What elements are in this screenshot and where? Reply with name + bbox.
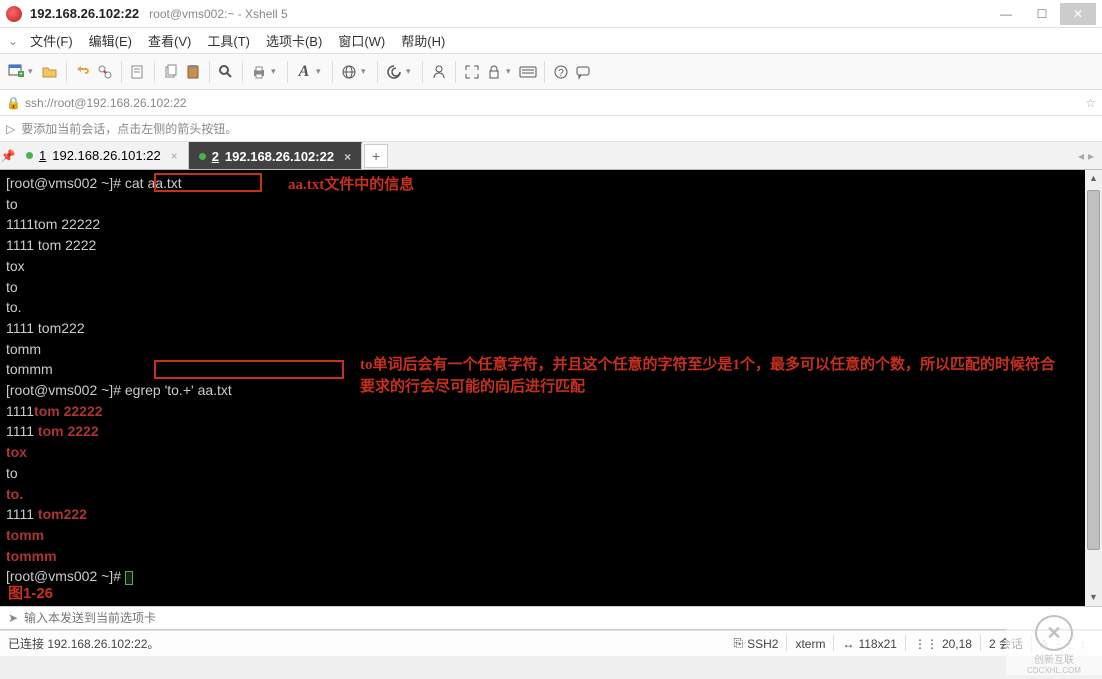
menu-view[interactable]: 查看(V) [140,29,199,52]
minimize-button[interactable]: — [988,3,1024,25]
dropdown-icon[interactable]: ▾ [271,66,281,77]
session-tab-2[interactable]: 2 192.168.26.102:22 × [189,142,362,169]
send-arrow-icon[interactable]: ➤ [4,611,22,625]
swirl-icon[interactable] [384,60,404,84]
svg-text:+: + [19,71,23,78]
tab-close-icon[interactable]: × [171,149,178,163]
annotation-box-1 [154,173,262,192]
dropdown-icon[interactable]: ▾ [406,66,416,77]
status-sessions: 2 会话 [989,635,1023,652]
new-session-icon[interactable]: + [6,60,26,84]
scroll-icon: ↕ [1080,637,1086,651]
menu-file[interactable]: 文件(F) [22,29,81,52]
status-protocol: SSH2 [747,637,778,651]
window-controls: — ☐ ✕ [988,3,1096,25]
tab-nav: ◂ ▸ [1078,149,1102,163]
chat-icon[interactable] [573,60,593,84]
menu-tabs[interactable]: 选项卡(B) [258,29,330,52]
cursor-icon [125,571,133,585]
dropdown-icon[interactable]: ▾ [361,66,371,77]
find-icon[interactable] [216,60,236,84]
window-subtitle: root@vms002:~ - Xshell 5 [149,7,288,21]
app-logo-icon [6,6,22,22]
reconnect-icon[interactable] [73,60,93,84]
hint-text: 要添加当前会话，点击左侧的箭头按钮。 [21,120,237,137]
caps-a-icon: A [1040,637,1048,651]
pin-icon[interactable]: 📌 [0,149,16,163]
add-tab-button[interactable]: + [364,144,388,168]
help-icon[interactable]: ? [551,60,571,84]
dropdown-icon[interactable]: ▾ [28,66,38,77]
titlebar: 192.168.26.102:22 root@vms002:~ - Xshell… [0,0,1102,28]
close-button[interactable]: ✕ [1060,3,1096,25]
status-connection: 已连接 192.168.26.102:22。 [8,635,159,652]
annotation-text-2: to单词后会有一个任意字符，并且这个任意的字符至少是1个，最多可以任意的个数，所… [360,354,1060,398]
tab-row: 📌 1 192.168.26.101:22 × 2 192.168.26.102… [0,142,1102,170]
status-size: 118x21 [858,637,896,651]
status-termtype: xterm [795,637,825,651]
menubar-expand-icon[interactable]: ⌄ [4,34,22,48]
address-url[interactable]: ssh://root@192.168.26.102:22 [25,96,187,110]
figure-label: 图1-26 [8,585,53,604]
tab-label: 192.168.26.101:22 [52,148,160,163]
menu-help[interactable]: 帮助(H) [393,29,453,52]
security-lock-icon: 🔒 [6,96,21,110]
properties-icon[interactable] [128,60,148,84]
send-input-bar: ➤ [0,606,1102,630]
scroll-up-icon[interactable]: ▲ [1085,170,1102,187]
dropdown-icon[interactable]: ▾ [506,66,516,77]
annotation-box-2 [154,360,344,379]
watermark-domain: CDCXHL.COM [1027,666,1081,675]
paste-icon[interactable] [183,60,203,84]
print-icon[interactable] [249,60,269,84]
menu-window[interactable]: 窗口(W) [330,29,393,52]
window-title: 192.168.26.102:22 [30,6,139,21]
connected-dot-icon [26,152,33,159]
scroll-down-icon[interactable]: ▼ [1085,589,1102,606]
maximize-button[interactable]: ☐ [1024,3,1060,25]
position-icon: ⋮⋮ [914,637,938,651]
toolbar: + ▾ ▾ A ▾ ▾ ▾ ▾ ? [0,54,1102,90]
menu-tools[interactable]: 工具(T) [199,29,258,52]
size-icon: ↔ [842,637,854,651]
tab-label: 192.168.26.102:22 [225,149,334,164]
status-position: 20,18 [942,637,972,651]
statusbar: 已连接 192.168.26.102:22。 ⎘ SSH2 xterm ↔ 118x… [0,630,1102,656]
keyboard-icon[interactable] [518,60,538,84]
address-bar: 🔒 ssh://root@192.168.26.102:22 ☆ [0,90,1102,116]
open-icon[interactable] [40,60,60,84]
annotation-text-1: aa.txt文件中的信息 [288,174,414,196]
protocol-icon: ⎘ [733,636,743,651]
bookmark-star-icon[interactable]: ☆ [1085,96,1096,110]
connected-dot-icon [199,153,206,160]
user-icon[interactable] [429,60,449,84]
tab-index: 1 [39,148,46,163]
globe-icon[interactable] [339,60,359,84]
tab-next-icon[interactable]: ▸ [1088,149,1094,163]
tab-prev-icon[interactable]: ◂ [1078,149,1084,163]
tab-index: 2 [212,149,219,164]
font-icon[interactable]: A [294,60,314,84]
tab-close-icon[interactable]: × [344,150,351,164]
dropdown-icon[interactable]: ▾ [316,66,326,77]
terminal-scrollbar[interactable]: ▲ ▼ [1085,170,1102,606]
disconnect-icon[interactable] [95,60,115,84]
menubar: ⌄ 文件(F) 编辑(E) 查看(V) 工具(T) 选项卡(B) 窗口(W) 帮… [0,28,1102,54]
menu-edit[interactable]: 编辑(E) [81,29,140,52]
session-tab-1[interactable]: 1 192.168.26.101:22 × [16,142,189,169]
fullscreen-icon[interactable] [462,60,482,84]
num-icon: ⋮⋮ [1052,637,1076,651]
lock-icon[interactable] [484,60,504,84]
add-session-arrow-icon[interactable]: ▷ [6,122,15,136]
scroll-thumb[interactable] [1087,190,1100,550]
svg-text:?: ? [558,68,564,79]
hint-bar: ▷ 要添加当前会话，点击左侧的箭头按钮。 [0,116,1102,142]
copy-icon[interactable] [161,60,181,84]
send-input[interactable] [22,611,1098,625]
terminal-view[interactable]: aa.txt文件中的信息 to单词后会有一个任意字符，并且这个任意的字符至少是1… [0,170,1102,606]
